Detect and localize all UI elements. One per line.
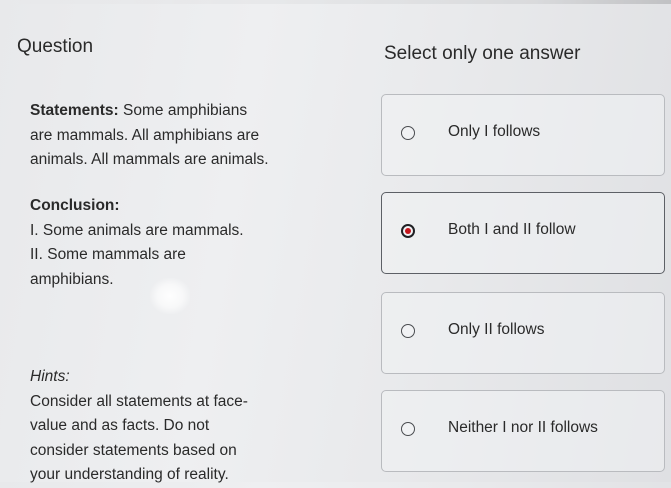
answer-option-only-ii[interactable]: Only II follows: [381, 292, 665, 374]
question-label: Question: [17, 36, 94, 57]
hints-block: Hints: Consider all statements at face- …: [30, 365, 300, 488]
answer-instruction: Select only one answer: [384, 43, 581, 64]
conclusion-line-1: I. Some animals are mammals.: [30, 221, 244, 239]
statements-line-1: Statements: Some amphibians: [30, 99, 300, 124]
statements-block: Statements: Some amphibians are mammals.…: [30, 99, 300, 173]
answer-option-label: Neither I nor II follows: [448, 419, 598, 436]
statements-text-1: Some amphibians: [123, 102, 248, 119]
screen-top-edge: [0, 0, 671, 4]
radio-button[interactable]: [401, 422, 415, 436]
conclusion-title: Conclusion:: [30, 197, 120, 214]
hints-line-1: Consider all statements at face-: [30, 392, 248, 410]
statements-line-2: are mammals. All amphibians are: [30, 126, 260, 144]
conclusion-line-3: amphibians.: [30, 270, 114, 288]
hints-line-2: value and as facts. Do not: [30, 417, 210, 434]
radio-button-selected[interactable]: [401, 224, 415, 238]
answer-option-label: Only I follows: [448, 123, 541, 140]
hints-title: Hints:: [30, 368, 70, 385]
answer-option-only-i[interactable]: Only I follows: [381, 94, 665, 176]
answer-option-neither[interactable]: Neither I nor II follows: [381, 390, 665, 472]
answer-option-label: Both I and II follow: [448, 221, 576, 238]
radio-button[interactable]: [401, 126, 415, 140]
hints-line-4: your understanding of reality.: [30, 466, 229, 483]
hints-line-3: consider statements based on: [30, 441, 237, 459]
statements-title: Statements:: [30, 102, 119, 119]
conclusion-line-2: II. Some mammals are: [30, 246, 186, 263]
statements-line-3: animals. All mammals are animals.: [30, 151, 269, 168]
answer-option-both[interactable]: Both I and II follow: [381, 192, 665, 274]
conclusion-block: Conclusion: I. Some animals are mammals.…: [30, 194, 300, 292]
radio-button[interactable]: [401, 324, 415, 338]
answer-option-label: Only II follows: [448, 321, 545, 338]
